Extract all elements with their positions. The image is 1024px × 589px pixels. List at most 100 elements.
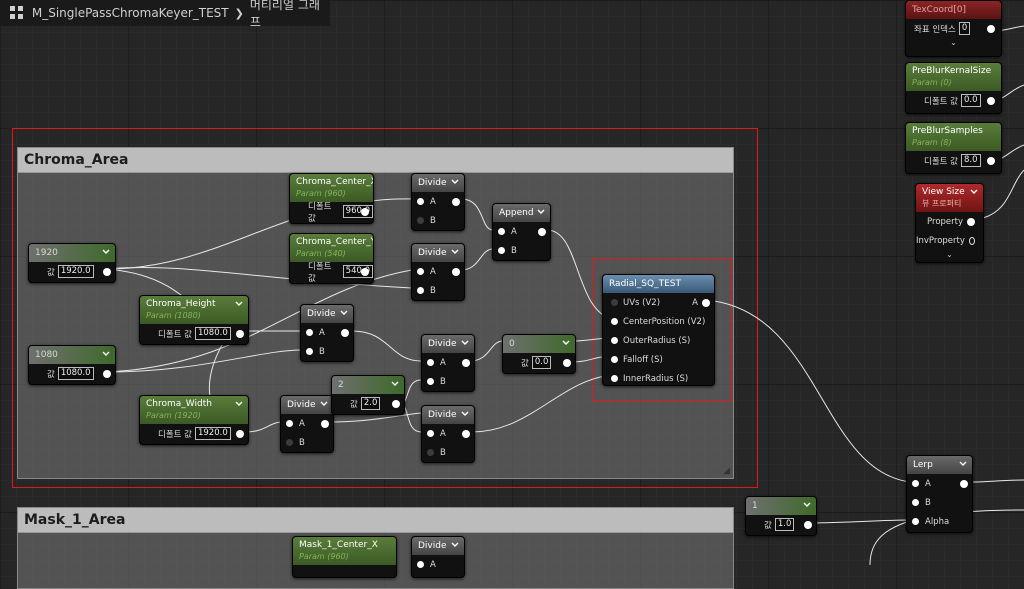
- constant-1920-node[interactable]: 1920 값 1920.0: [28, 243, 116, 283]
- chroma-center-y-node[interactable]: Chroma_Center_Y Param (540) 디폴트 값 540.0: [289, 233, 374, 284]
- preblur-kernal-node[interactable]: PreBlurKernalSize Param (0) 디폴트 값 0.0: [905, 62, 1002, 114]
- chevron-down-icon[interactable]: [803, 501, 811, 509]
- chevron-down-icon[interactable]: [340, 309, 348, 317]
- texcoord-node[interactable]: TexCoord[0] 좌표 인덱스 0 ⌄: [905, 0, 1002, 57]
- output-pin[interactable]: [987, 156, 995, 165]
- value-field[interactable]: 0.0: [960, 94, 981, 107]
- divide-node-3[interactable]: Divide A B: [300, 304, 354, 362]
- input-pin[interactable]: [611, 318, 618, 325]
- divide-node-6[interactable]: Divide A B: [421, 405, 475, 463]
- value-field[interactable]: 1920.0: [194, 427, 231, 440]
- input-pin[interactable]: [912, 480, 919, 487]
- output-pin[interactable]: [321, 419, 329, 428]
- input-pin[interactable]: [427, 378, 434, 385]
- output-pin[interactable]: [563, 358, 571, 367]
- input-pin[interactable]: [498, 247, 505, 254]
- input-pin[interactable]: [427, 430, 434, 437]
- constant-2-node[interactable]: 2 값 2.0: [331, 375, 405, 415]
- output-pin[interactable]: [968, 236, 975, 245]
- constant-1080-node[interactable]: 1080 값 1080.0: [28, 345, 116, 385]
- value-field[interactable]: 1920.0: [57, 265, 94, 278]
- input-pin[interactable]: [417, 198, 424, 205]
- value-field[interactable]: 1080.0: [57, 367, 94, 380]
- output-pin[interactable]: [462, 429, 470, 438]
- chevron-down-icon[interactable]: [102, 248, 110, 256]
- chroma-width-node[interactable]: Chroma_Width Param (1920) 디폴트 값 1920.0: [139, 395, 249, 445]
- value-field[interactable]: 1080.0: [194, 327, 231, 340]
- breadcrumb-asset[interactable]: M_SinglePassChromaKeyer_TEST: [32, 6, 229, 20]
- chroma-height-node[interactable]: Chroma_Height Param (1080) 디폴트 값 1080.0: [139, 295, 249, 345]
- chevron-down-icon[interactable]: [562, 339, 570, 347]
- value-field[interactable]: 8.0: [960, 154, 981, 167]
- input-pin[interactable]: [912, 499, 919, 506]
- input-pin[interactable]: [611, 356, 618, 363]
- expand-chevron-icon[interactable]: ⌄: [906, 38, 1001, 50]
- input-pin[interactable]: [417, 217, 424, 224]
- input-pin[interactable]: [417, 287, 424, 294]
- output-pin[interactable]: [236, 329, 244, 338]
- output-pin[interactable]: [538, 227, 546, 236]
- chevron-down-icon[interactable]: [235, 300, 243, 308]
- output-pin[interactable]: [960, 479, 968, 488]
- input-pin[interactable]: [611, 375, 618, 382]
- output-pin[interactable]: [103, 267, 111, 276]
- input-pin[interactable]: [286, 439, 293, 446]
- output-pin[interactable]: [987, 24, 995, 33]
- chevron-down-icon[interactable]: [391, 380, 399, 388]
- chevron-down-icon[interactable]: [461, 339, 469, 347]
- chevron-down-icon[interactable]: [235, 400, 243, 408]
- output-pin[interactable]: [462, 358, 470, 367]
- output-pin[interactable]: [804, 520, 812, 529]
- input-pin[interactable]: [427, 449, 434, 456]
- output-pin[interactable]: [452, 197, 460, 206]
- input-pin[interactable]: [306, 329, 313, 336]
- output-pin[interactable]: [236, 429, 244, 438]
- output-pin[interactable]: [392, 399, 400, 408]
- input-pin[interactable]: [417, 268, 424, 275]
- preblur-samples-node[interactable]: PreBlurSamples Param (8) 디폴트 값 8.0: [905, 122, 1002, 174]
- chevron-down-icon[interactable]: [451, 178, 459, 186]
- output-pin[interactable]: [987, 96, 995, 105]
- expand-chevron-icon[interactable]: ⌄: [916, 250, 983, 262]
- input-pin[interactable]: [912, 518, 919, 525]
- output-pin[interactable]: [103, 369, 111, 378]
- chroma-center-x-node[interactable]: Chroma_Center_X Param (960) 디폴트 값 960.0: [289, 173, 374, 224]
- input-pin[interactable]: [286, 420, 293, 427]
- view-size-node[interactable]: View Size 뷰 프로퍼티 Property InvProperty ⌄: [915, 183, 984, 263]
- chevron-down-icon[interactable]: [959, 460, 967, 468]
- output-pin[interactable]: [452, 267, 460, 276]
- lerp-node[interactable]: Lerp A B Alpha: [906, 455, 973, 533]
- radial-sq-test-node[interactable]: Radial_SQ_TEST UVs (V2) A CenterPosition…: [602, 274, 715, 386]
- output-pin[interactable]: [361, 267, 369, 276]
- divide-node-2[interactable]: Divide A B: [411, 243, 465, 301]
- divide-node-mask1[interactable]: Divide A: [411, 536, 465, 578]
- value-field[interactable]: 1.0: [774, 518, 795, 531]
- chevron-down-icon[interactable]: [461, 410, 469, 418]
- chevron-down-icon[interactable]: [537, 208, 545, 216]
- output-pin[interactable]: [702, 298, 710, 307]
- input-pin[interactable]: [498, 228, 505, 235]
- input-pin[interactable]: [611, 299, 618, 306]
- mask1-center-x-node[interactable]: Mask_1_Center_X Param (960): [292, 536, 397, 578]
- output-pin[interactable]: [361, 207, 369, 216]
- comment-title[interactable]: Mask_1_Area: [18, 508, 733, 533]
- chevron-down-icon[interactable]: [102, 350, 110, 358]
- output-pin[interactable]: [967, 217, 975, 226]
- input-pin[interactable]: [611, 337, 618, 344]
- constant-1-node[interactable]: 1 값 1.0: [745, 496, 817, 536]
- constant-0-node[interactable]: 0 값 0.0: [502, 334, 576, 374]
- input-pin[interactable]: [427, 359, 434, 366]
- chevron-down-icon[interactable]: [451, 248, 459, 256]
- chevron-down-icon[interactable]: [320, 400, 328, 408]
- output-pin[interactable]: [341, 328, 349, 337]
- input-pin[interactable]: [306, 348, 313, 355]
- breadcrumb-graph[interactable]: 머티리얼 그래프: [250, 0, 330, 30]
- divide-node-1[interactable]: Divide A B: [411, 173, 465, 231]
- chevron-down-icon[interactable]: [970, 188, 978, 196]
- value-field[interactable]: 0.0: [531, 356, 552, 369]
- divide-node-4[interactable]: Divide A B: [421, 334, 475, 392]
- append-node[interactable]: Append A B: [492, 203, 551, 261]
- value-field[interactable]: 2.0: [360, 397, 381, 410]
- value-field[interactable]: 0: [958, 22, 971, 35]
- chevron-down-icon[interactable]: [451, 541, 459, 549]
